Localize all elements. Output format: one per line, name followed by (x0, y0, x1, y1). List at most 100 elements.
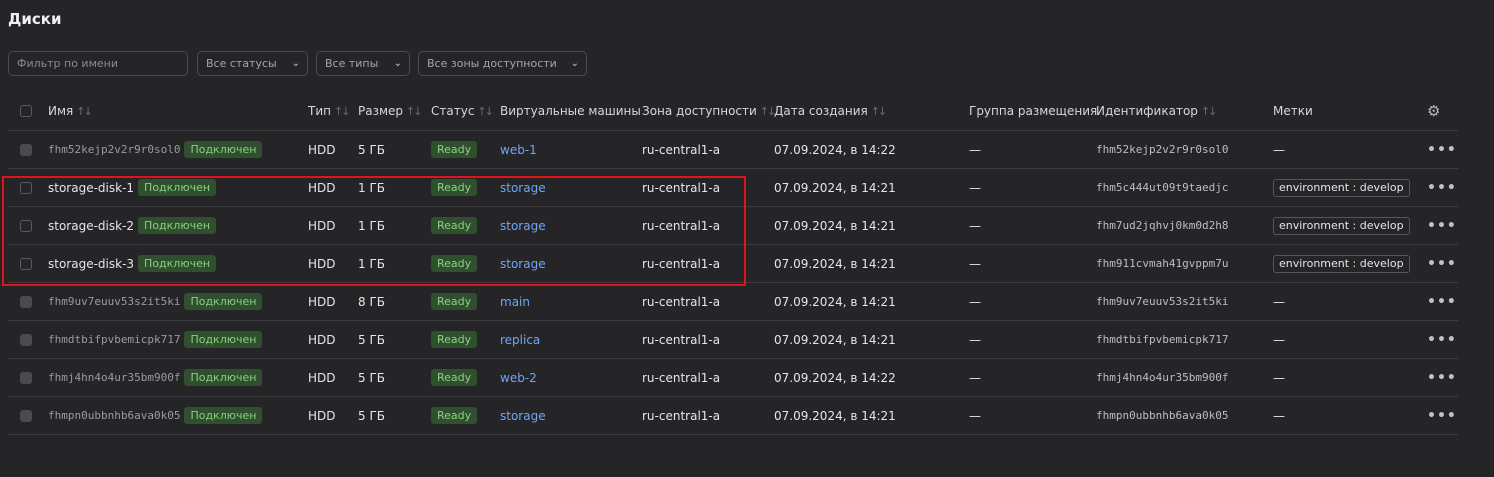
table-row[interactable]: fhm9uv7euuv53s2it5ki Подключен HDD 8 ГБ Read… (8, 283, 1458, 321)
disk-size: 8 ГБ (358, 294, 385, 309)
zone-value: ru-central1-a (642, 370, 721, 385)
disk-id[interactable]: fhm52kejp2v2r9r0sol0 (1096, 143, 1228, 156)
cell-id: fhmpn0ubbnhb6ava0k05 (1096, 397, 1228, 434)
cell-type: HDD (308, 131, 336, 168)
disk-name[interactable]: storage-disk-1 (48, 181, 134, 195)
row-menu-button[interactable]: ••• (1427, 169, 1457, 206)
vm-link[interactable]: storage (500, 181, 546, 195)
row-menu-button[interactable]: ••• (1427, 131, 1457, 168)
disk-id[interactable]: fhm5c444ut09t9taedjc (1096, 181, 1228, 194)
table-row[interactable]: fhm52kejp2v2r9r0sol0 Подключен HDD 5 ГБ Read… (8, 131, 1458, 169)
table-row[interactable]: storage-disk-2 Подключен HDD 1 ГБ Ready stora… (8, 207, 1458, 245)
zone-value: ru-central1-a (642, 180, 721, 195)
cell-id: fhm5c444ut09t9taedjc (1096, 169, 1228, 206)
cell-vm: replica (500, 321, 540, 358)
col-id[interactable]: Идентификатор ↑↓ (1096, 92, 1215, 130)
row-checkbox[interactable] (20, 321, 32, 358)
disk-id[interactable]: fhmj4hn4o4ur35bm900f (1096, 371, 1228, 384)
row-checkbox[interactable] (20, 169, 32, 206)
disk-name[interactable]: fhm52kejp2v2r9r0sol0 (48, 143, 180, 156)
row-menu-button[interactable]: ••• (1427, 397, 1457, 434)
zone-filter-select[interactable]: Все зоны доступности ⌄ (418, 51, 587, 76)
col-type[interactable]: Тип ↑↓ (308, 92, 348, 130)
vm-link[interactable]: storage (500, 219, 546, 233)
row-menu-button[interactable]: ••• (1427, 359, 1457, 396)
label-tag: environment : develop (1273, 216, 1410, 235)
row-menu-button[interactable]: ••• (1427, 245, 1457, 282)
row-menu-button[interactable]: ••• (1427, 207, 1457, 244)
cell-placement: — (969, 283, 981, 320)
disk-name[interactable]: fhmdtbifpvbemicpk717 (48, 333, 180, 346)
row-checkbox[interactable] (20, 207, 32, 244)
checkbox-box (20, 143, 32, 156)
placement-group: — (969, 294, 981, 309)
vm-link[interactable]: main (500, 295, 530, 309)
status-badge: Ready (431, 217, 478, 234)
zone-filter-value: Все зоны доступности (427, 57, 557, 70)
col-labels: Метки (1273, 92, 1313, 130)
cell-size: 1 ГБ (358, 169, 385, 206)
disk-size: 1 ГБ (358, 256, 385, 271)
disk-id[interactable]: fhmdtbifpvbemicpk717 (1096, 333, 1228, 346)
row-checkbox[interactable] (20, 245, 32, 282)
cell-created: 07.09.2024, в 14:21 (774, 321, 896, 358)
placement-group: — (969, 218, 981, 233)
table-row[interactable]: fhmj4hn4o4ur35bm900f Подключен HDD 5 ГБ Read… (8, 359, 1458, 397)
row-menu-button[interactable]: ••• (1427, 321, 1457, 358)
row-checkbox[interactable] (20, 397, 32, 434)
col-name[interactable]: Имя ↑↓ (48, 92, 91, 130)
name-filter[interactable] (8, 51, 188, 76)
disk-type: HDD (308, 408, 336, 423)
cell-name: storage-disk-1 Подключен (48, 169, 217, 206)
cell-status: Ready (431, 359, 478, 396)
cell-name: fhm52kejp2v2r9r0sol0 Подключен (48, 131, 263, 168)
table-row[interactable]: fhmdtbifpvbemicpk717 Подключен HDD 5 ГБ Read… (8, 321, 1458, 359)
placement-group: — (969, 408, 981, 423)
cell-created: 07.09.2024, в 14:21 (774, 207, 896, 244)
vm-link[interactable]: storage (500, 257, 546, 271)
disk-id[interactable]: fhmpn0ubbnhb6ava0k05 (1096, 409, 1228, 422)
table-row[interactable]: fhmpn0ubbnhb6ava0k05 Подключен HDD 5 ГБ Read… (8, 397, 1458, 435)
col-name-label: Имя (48, 104, 74, 118)
col-status[interactable]: Статус ↑↓ (431, 92, 492, 130)
table-header: Имя ↑↓ Тип ↑↓ Размер ↑↓ Статус ↑↓ Виртуальны… (8, 92, 1458, 131)
disk-size: 5 ГБ (358, 370, 385, 385)
sort-arrows-icon: ↑↓ (477, 104, 492, 118)
column-settings-button[interactable]: ⚙ (1427, 92, 1440, 130)
disk-name[interactable]: fhmj4hn4o4ur35bm900f (48, 371, 180, 384)
disk-name[interactable]: storage-disk-3 (48, 257, 134, 271)
row-checkbox[interactable] (20, 359, 32, 396)
name-filter-input[interactable] (17, 57, 185, 70)
table-row[interactable]: storage-disk-1 Подключен HDD 1 ГБ Ready stora… (8, 169, 1458, 207)
col-created[interactable]: Дата создания ↑↓ (774, 92, 885, 130)
sort-arrows-icon: ↑↓ (759, 104, 775, 118)
disks-table: Имя ↑↓ Тип ↑↓ Размер ↑↓ Статус ↑↓ Виртуальны… (8, 92, 1458, 435)
disk-id[interactable]: fhm9uv7euuv53s2it5ki (1096, 295, 1228, 308)
vm-link[interactable]: web-2 (500, 371, 537, 385)
disk-name[interactable]: storage-disk-2 (48, 219, 134, 233)
row-checkbox[interactable] (20, 283, 32, 320)
type-filter-select[interactable]: Все типы ⌄ (316, 51, 410, 76)
table-row[interactable]: storage-disk-3 Подключен HDD 1 ГБ Ready stora… (8, 245, 1458, 283)
disk-id[interactable]: fhm911cvmah41gvppm7u (1096, 257, 1228, 270)
select-all-checkbox[interactable] (20, 92, 32, 130)
disk-name[interactable]: fhmpn0ubbnhb6ava0k05 (48, 409, 180, 422)
vm-link[interactable]: replica (500, 333, 540, 347)
cell-status: Ready (431, 207, 478, 244)
row-checkbox[interactable] (20, 131, 32, 168)
status-badge: Ready (431, 407, 478, 424)
col-zone[interactable]: Зона доступности ↑↓ (642, 92, 774, 130)
col-placement: Группа размещения (969, 92, 1097, 130)
attach-status-badge: Подключен (184, 331, 263, 348)
status-filter-value: Все статусы (206, 57, 277, 70)
vm-link[interactable]: storage (500, 409, 546, 423)
vm-link[interactable]: web-1 (500, 143, 537, 157)
chevron-down-icon: ⌄ (291, 58, 300, 69)
status-filter-select[interactable]: Все статусы ⌄ (197, 51, 308, 76)
cell-size: 1 ГБ (358, 245, 385, 282)
col-size[interactable]: Размер ↑↓ (358, 92, 420, 130)
disk-name[interactable]: fhm9uv7euuv53s2it5ki (48, 295, 180, 308)
row-menu-button[interactable]: ••• (1427, 283, 1457, 320)
disk-id[interactable]: fhm7ud2jqhvj0km0d2h8 (1096, 219, 1228, 232)
col-status-label: Статус (431, 104, 475, 118)
